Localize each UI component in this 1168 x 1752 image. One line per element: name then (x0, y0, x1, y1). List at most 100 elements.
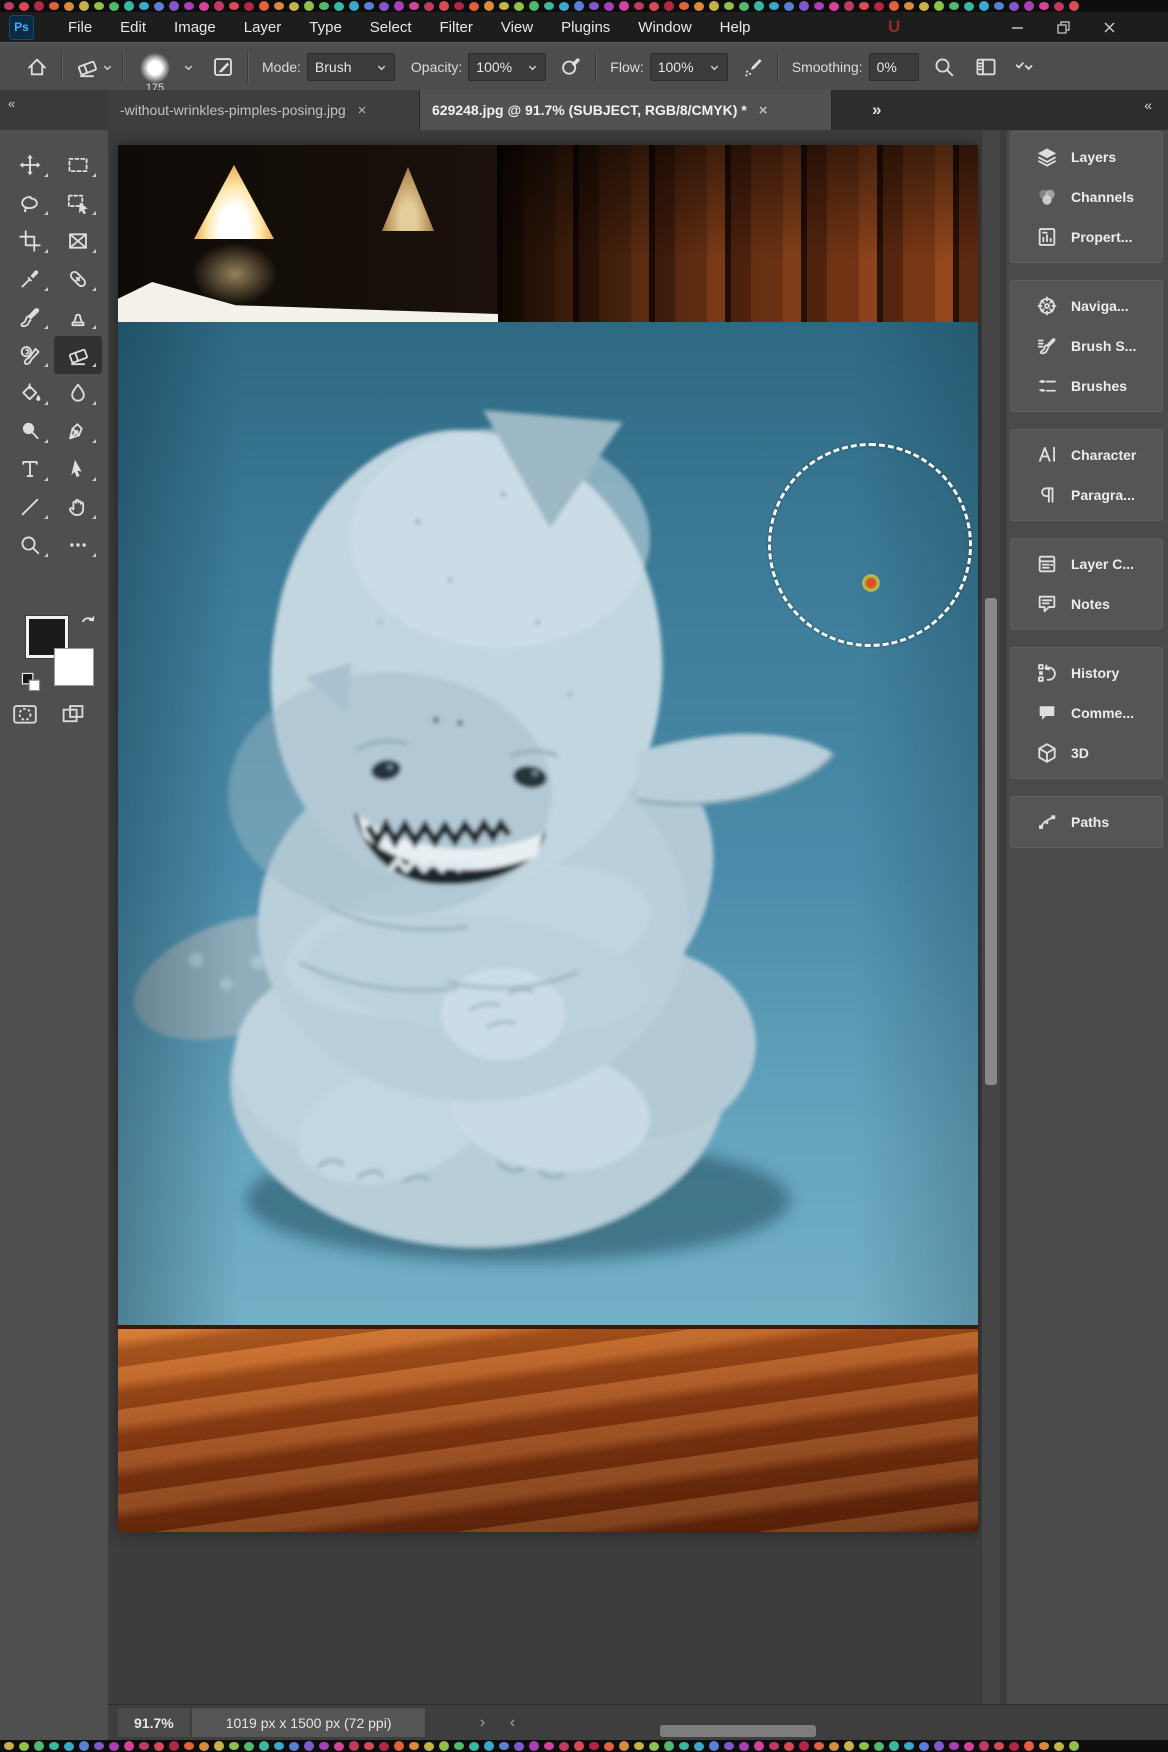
quick-mask-icon[interactable] (12, 701, 38, 727)
document-tab-2[interactable]: 629248.jpg @ 91.7% (SUBJECT, RGB/8/CMYK)… (420, 90, 832, 130)
panel-item-3d[interactable]: 3D (1011, 733, 1162, 773)
crop-icon (19, 230, 41, 252)
brush-tool[interactable] (6, 298, 54, 336)
screen-mode-icon[interactable] (60, 701, 86, 727)
frame-tool[interactable] (54, 222, 102, 260)
tab-close-icon[interactable]: × (759, 102, 768, 119)
panel-item-channels[interactable]: Channels (1011, 177, 1162, 217)
zoom-level[interactable]: 91.7% (118, 1708, 190, 1737)
menu-view[interactable]: View (487, 19, 547, 36)
panel-item-layer-c[interactable]: Layer C... (1011, 544, 1162, 584)
brush-preset-picker[interactable]: 175 (135, 52, 175, 94)
panel-item-paths[interactable]: Paths (1011, 802, 1162, 842)
document-canvas[interactable] (118, 145, 978, 1532)
status-chevron-left-icon[interactable]: ‹ (497, 1714, 527, 1732)
current-tool-eraser-icon[interactable] (72, 52, 102, 82)
rectangular-marquee-tool[interactable] (54, 146, 102, 184)
hand-tool[interactable] (54, 488, 102, 526)
workspace-switcher-icon[interactable] (971, 52, 1001, 82)
flow-value: 100% (657, 59, 694, 75)
menu-window[interactable]: Window (624, 19, 705, 36)
dodge-tool[interactable] (6, 412, 54, 450)
edit-toolbar-button[interactable] (54, 526, 102, 564)
panel-item-naviga[interactable]: Naviga... (1011, 286, 1162, 326)
menu-file[interactable]: File (54, 19, 106, 36)
panel-group-2: Naviga... Brush S... Brushes (1010, 280, 1163, 412)
vertical-scrollbar-thumb[interactable] (985, 598, 997, 1085)
path-selection-tool[interactable] (54, 450, 102, 488)
background-color-swatch[interactable] (54, 648, 94, 686)
panel-item-propert[interactable]: Propert... (1011, 217, 1162, 257)
panel-item-label: Paths (1071, 814, 1110, 830)
panel-item-label: Character (1071, 447, 1137, 463)
panel-item-brush-s[interactable]: Brush S... (1011, 326, 1162, 366)
panel-item-label: Paragra... (1071, 487, 1135, 503)
vertical-scrollbar[interactable] (981, 130, 1000, 1705)
gradient-bucket-tool[interactable] (6, 374, 54, 412)
horizontal-scrollbar-thumb[interactable] (660, 1725, 816, 1737)
menu-edit[interactable]: Edit (106, 19, 160, 36)
menu-filter[interactable]: Filter (426, 19, 487, 36)
lit-surface-edge (118, 282, 498, 322)
panel-item-character[interactable]: Character (1011, 435, 1162, 475)
panel-collapse-button[interactable]: « (1144, 97, 1152, 113)
flow-select[interactable]: 100% (649, 53, 728, 81)
type-icon (19, 458, 41, 480)
menu-plugins[interactable]: Plugins (547, 19, 624, 36)
document-tab-1[interactable]: -without-wrinkles-pimples-posing.jpg × (108, 90, 420, 130)
history-brush-tool[interactable] (6, 336, 54, 374)
document-tab-bar: « -without-wrinkles-pimples-posing.jpg × 6… (0, 90, 1168, 130)
airbrush-icon[interactable] (738, 52, 768, 82)
brush-settings-toggle-icon[interactable] (208, 52, 238, 82)
panel-group-1: Layers Channels Propert... (1010, 131, 1163, 263)
menu-layer[interactable]: Layer (230, 19, 296, 36)
panel-item-paragra[interactable]: Paragra... (1011, 475, 1162, 515)
panel-group-6: Paths (1010, 796, 1163, 848)
menu-type[interactable]: Type (295, 19, 356, 36)
close-button[interactable] (1092, 15, 1126, 39)
search-icon[interactable] (929, 52, 959, 82)
menu-select[interactable]: Select (356, 19, 426, 36)
checkmark-chevron-icon[interactable] (1009, 52, 1039, 82)
pressure-opacity-icon[interactable] (556, 52, 586, 82)
line-tool[interactable] (6, 488, 54, 526)
panel-item-layers[interactable]: Layers (1011, 137, 1162, 177)
home-icon[interactable] (22, 52, 52, 82)
paragraph-icon (1036, 484, 1058, 506)
clone-stamp-tool[interactable] (54, 298, 102, 336)
object-selection-tool[interactable] (54, 184, 102, 222)
menu-image[interactable]: Image (160, 19, 230, 36)
type-tool[interactable] (6, 450, 54, 488)
pen-tool[interactable] (54, 412, 102, 450)
healing-brush-tool[interactable] (54, 260, 102, 298)
tools-grid (0, 130, 108, 564)
tool-options-bar: 175 Mode: Brush Opacity: 100% Flow: 100%… (0, 42, 1168, 94)
zoom-tool[interactable] (6, 526, 54, 564)
panel-item-notes[interactable]: Notes (1011, 584, 1162, 624)
eyedropper-tool[interactable] (6, 260, 54, 298)
crop-tool[interactable] (6, 222, 54, 260)
smoothing-input[interactable]: 0% (868, 53, 919, 81)
blur-tool[interactable] (54, 374, 102, 412)
toolbar-collapse-button[interactable]: « (0, 90, 108, 130)
move-tool[interactable] (6, 146, 54, 184)
status-chevron-right-icon[interactable]: › (467, 1714, 497, 1732)
frame-icon (67, 230, 89, 252)
lasso-tool[interactable] (6, 184, 54, 222)
menu-help[interactable]: Help (706, 19, 765, 36)
opacity-select[interactable]: 100% (468, 53, 547, 81)
panel-item-brushes[interactable]: Brushes (1011, 366, 1162, 406)
tab-close-icon[interactable]: × (358, 102, 367, 119)
panel-item-comme[interactable]: Comme... (1011, 693, 1162, 733)
chevron-down-icon[interactable] (183, 62, 194, 73)
mode-select[interactable]: Brush (306, 53, 395, 81)
tab-overflow-button[interactable]: » (872, 100, 881, 120)
default-colors-icon[interactable] (20, 671, 42, 693)
separator (247, 51, 249, 83)
panel-item-history[interactable]: History (1011, 653, 1162, 693)
minimize-button[interactable] (1000, 15, 1034, 39)
chevron-down-icon[interactable] (102, 62, 113, 73)
restore-button[interactable] (1046, 15, 1080, 39)
eraser-tool[interactable] (54, 336, 102, 374)
swap-colors-icon[interactable] (78, 612, 98, 632)
